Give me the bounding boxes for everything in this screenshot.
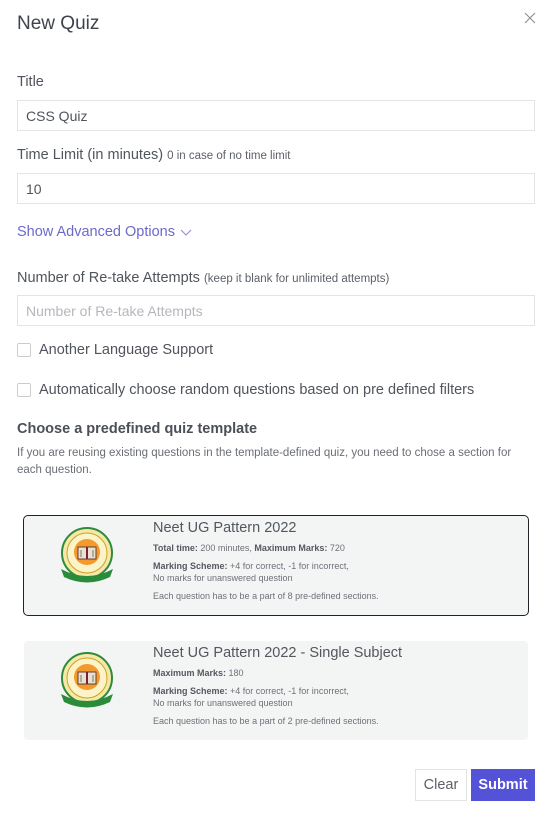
total-time-label: Total time: [153, 543, 198, 553]
template-card-neet-ug-2022-single-subject[interactable]: Neet UG Pattern 2022 - Single Subject Ma… [24, 641, 528, 740]
template-marking-scheme: Marking Scheme: +4 for correct, -1 for i… [153, 685, 518, 698]
template-section-description: If you are reusing existing questions in… [17, 447, 512, 476]
another-language-checkbox[interactable] [17, 343, 31, 357]
close-button[interactable] [520, 8, 540, 28]
another-language-label: Another Language Support [39, 342, 214, 358]
template-sections-note: Each question has to be a part of 8 pre-… [153, 590, 379, 601]
total-time-value: 200 minutes, [197, 543, 255, 553]
template-time-marks: Total time: 200 minutes, Maximum Marks: … [153, 542, 518, 555]
template-sections-note: Each question has to be a part of 2 pre-… [153, 715, 379, 726]
marking-scheme-value: +4 for correct, -1 for incorrect, [227, 685, 349, 696]
submit-button[interactable]: Submit [471, 769, 535, 801]
modal-title: New Quiz [17, 13, 100, 34]
time-limit-label-text: Time Limit (in minutes) [17, 147, 164, 163]
max-marks-label: Maximum Marks: [153, 668, 227, 678]
title-input[interactable] [17, 100, 535, 131]
time-limit-label: Time Limit (in minutes) 0 in case of no … [17, 147, 291, 163]
template-marking-scheme: Marking Scheme: +4 for correct, -1 for i… [153, 560, 518, 573]
retake-label-text: Number of Re-take Attempts [17, 270, 200, 286]
random-questions-checkbox[interactable] [17, 383, 31, 397]
title-label: Title [17, 74, 44, 90]
nta-emblem-logo [61, 527, 113, 583]
max-marks-value: 180 [226, 668, 244, 678]
retake-attempts-input[interactable] [17, 295, 535, 326]
marking-scheme-label: Marking Scheme: [153, 560, 228, 571]
template-section-title: Choose a predefined quiz template [17, 421, 258, 437]
retake-hint: (keep it blank for unlimited attempts) [203, 273, 390, 285]
template-card-neet-ug-2022[interactable]: Neet UG Pattern 2022 Total time: 200 min… [23, 515, 529, 616]
template-scheme-note: No marks for unanswered question [153, 573, 293, 583]
clear-button[interactable]: Clear [415, 769, 467, 801]
max-marks-label: Maximum Marks: [254, 543, 328, 553]
max-marks-value: 720 [327, 543, 345, 553]
time-limit-hint: 0 in case of no time limit [167, 150, 291, 162]
close-icon [524, 12, 536, 24]
template-marks: Maximum Marks: 180 [153, 667, 518, 680]
chevron-down-icon [180, 229, 192, 236]
template-name: Neet UG Pattern 2022 - Single Subject [153, 645, 403, 661]
advanced-options-label: Show Advanced Options [17, 224, 175, 240]
nta-emblem-logo [61, 652, 113, 708]
time-limit-input[interactable] [17, 173, 535, 204]
template-scheme-note: No marks for unanswered question [153, 698, 293, 708]
retake-label: Number of Re-take Attempts (keep it blan… [17, 270, 389, 286]
show-advanced-options-link[interactable]: Show Advanced Options [17, 224, 192, 240]
marking-scheme-value: +4 for correct, -1 for incorrect, [227, 560, 349, 571]
another-language-checkbox-row[interactable]: Another Language Support [17, 342, 213, 358]
marking-scheme-label: Marking Scheme: [153, 685, 228, 696]
template-name: Neet UG Pattern 2022 [153, 520, 297, 536]
random-questions-label: Automatically choose random questions ba… [39, 382, 475, 398]
random-questions-checkbox-row[interactable]: Automatically choose random questions ba… [17, 382, 474, 398]
